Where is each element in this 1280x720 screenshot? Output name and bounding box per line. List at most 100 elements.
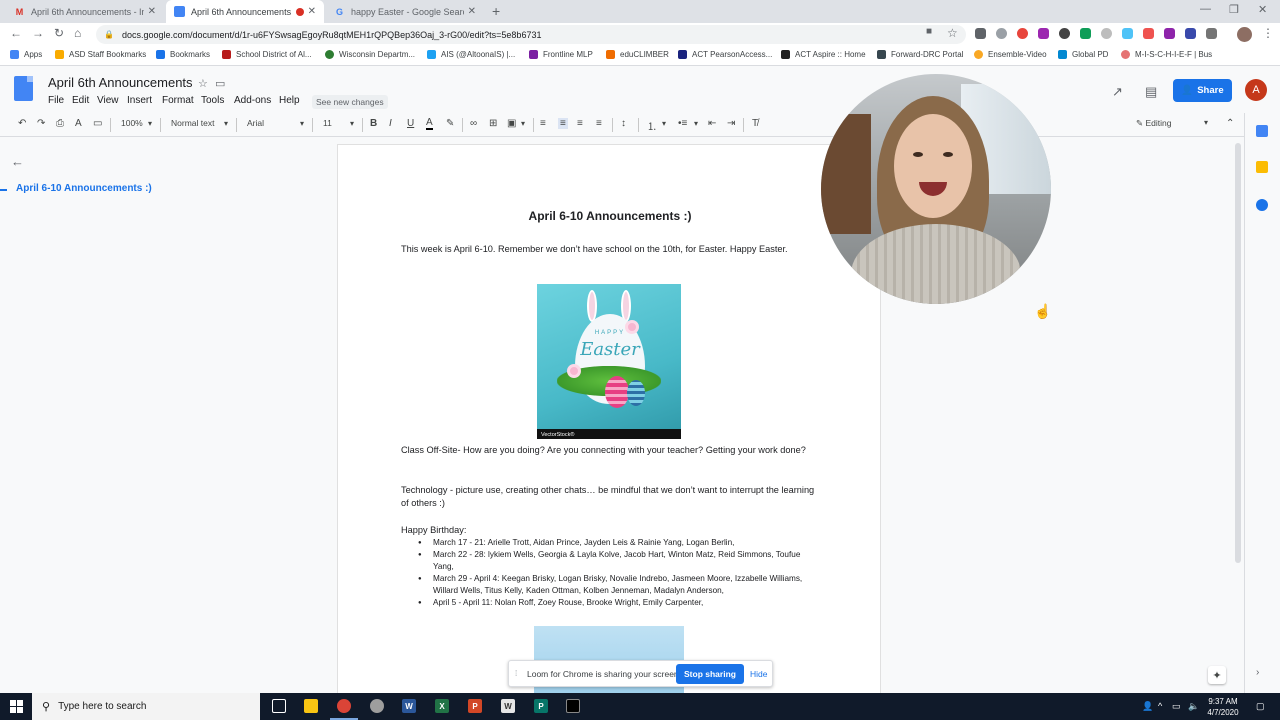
excel-icon[interactable]: X bbox=[435, 699, 449, 713]
extension-icon[interactable] bbox=[1164, 28, 1175, 39]
extension-icon[interactable] bbox=[1185, 28, 1196, 39]
powerpoint-icon[interactable]: P bbox=[468, 699, 482, 713]
webcam-bubble[interactable] bbox=[821, 74, 1051, 304]
home-icon[interactable]: ⌂ bbox=[74, 26, 81, 40]
menu-insert[interactable]: Insert bbox=[127, 95, 152, 106]
drag-handle-icon[interactable]: ⁞ bbox=[515, 669, 517, 678]
line-spacing-icon[interactable]: ↕ bbox=[621, 118, 626, 129]
bookmark-item[interactable]: Wisconsin Departm... bbox=[325, 50, 415, 59]
docs-logo-icon[interactable] bbox=[14, 76, 33, 101]
align-left-icon[interactable]: ≡ bbox=[540, 118, 546, 129]
share-button[interactable]: 👤 Share bbox=[1173, 79, 1232, 102]
terminal-icon[interactable] bbox=[566, 699, 580, 713]
volume-icon[interactable]: 🔈 bbox=[1188, 701, 1199, 712]
spellcheck-icon[interactable]: A bbox=[75, 118, 82, 129]
back-icon[interactable]: ← bbox=[10, 26, 22, 40]
bookmark-item[interactable]: Forward-DRC Portal bbox=[877, 50, 963, 59]
chrome-menu-icon[interactable]: ⋮ bbox=[1262, 26, 1274, 40]
link-icon[interactable]: ∞ bbox=[470, 118, 477, 129]
menu-format[interactable]: Format bbox=[162, 95, 194, 106]
increase-indent-icon[interactable]: ⇥ bbox=[727, 118, 735, 129]
comments-icon[interactable]: ▤ bbox=[1145, 84, 1157, 100]
decrease-indent-icon[interactable]: ⇤ bbox=[708, 118, 716, 129]
menu-edit[interactable]: Edit bbox=[72, 95, 89, 106]
editing-mode-select[interactable]: ✎ Editing bbox=[1136, 118, 1171, 129]
extension-icon[interactable] bbox=[1059, 28, 1070, 39]
tab-gmail[interactable]: M April 6th Announcements - Invit ✕ bbox=[6, 0, 164, 23]
windows-start-icon[interactable] bbox=[10, 700, 23, 713]
align-center-icon[interactable]: ≡ bbox=[558, 118, 568, 129]
show-hidden-icons[interactable]: ^ bbox=[1158, 701, 1162, 711]
extension-icon[interactable] bbox=[1122, 28, 1133, 39]
bookmark-item[interactable]: ASD Staff Bookmarks bbox=[55, 50, 146, 59]
happy-easter-image[interactable]: HAPPY Easter VectorStock® bbox=[537, 284, 681, 439]
insert-comment-icon[interactable]: ⊞ bbox=[489, 118, 497, 129]
menu-addons[interactable]: Add-ons bbox=[234, 95, 271, 106]
extension-icon[interactable] bbox=[1101, 28, 1112, 39]
paint-format-icon[interactable]: ▭ bbox=[93, 118, 102, 129]
numbered-list-icon[interactable]: ⒈ bbox=[647, 118, 657, 133]
collapse-menus-icon[interactable]: ⌃ bbox=[1226, 118, 1234, 129]
explore-icon[interactable]: ✦ bbox=[1208, 666, 1226, 684]
close-outline-icon[interactable]: ← bbox=[11, 154, 24, 169]
outline-heading-item[interactable]: April 6-10 Announcements :) bbox=[16, 183, 152, 194]
chrome-icon[interactable] bbox=[337, 699, 351, 713]
redo-icon[interactable]: ↷ bbox=[37, 118, 45, 129]
see-new-changes-link[interactable]: See new changes bbox=[312, 95, 388, 109]
restore-icon[interactable]: ❐ bbox=[1229, 3, 1239, 16]
bookmark-apps[interactable]: Apps bbox=[10, 50, 42, 59]
tasks-icon[interactable] bbox=[1256, 199, 1268, 211]
bookmark-star-icon[interactable]: ☆ bbox=[947, 26, 958, 40]
font-select[interactable]: Arial bbox=[247, 118, 264, 128]
new-tab-icon[interactable]: + bbox=[492, 3, 500, 19]
activity-trend-icon[interactable]: ↗ bbox=[1112, 84, 1123, 100]
address-bar[interactable]: 🔒 docs.google.com/document/d/1r-u6FYSwsa… bbox=[96, 25, 966, 44]
move-folder-icon[interactable]: ▭ bbox=[215, 77, 225, 90]
menu-help[interactable]: Help bbox=[279, 95, 300, 106]
hide-link[interactable]: Hide bbox=[750, 669, 767, 679]
document-page[interactable]: April 6-10 Announcements :) This week is… bbox=[337, 144, 881, 700]
underline-icon[interactable]: U bbox=[407, 118, 414, 129]
forward-icon[interactable]: → bbox=[32, 26, 44, 40]
close-window-icon[interactable]: ✕ bbox=[1258, 3, 1267, 16]
notifications-icon[interactable]: ▢ bbox=[1256, 701, 1265, 712]
align-right-icon[interactable]: ≡ bbox=[577, 118, 583, 129]
undo-icon[interactable]: ↶ bbox=[18, 118, 26, 129]
document-title[interactable]: April 6th Announcements bbox=[48, 75, 193, 90]
bookmark-item[interactable]: Ensemble-Video bbox=[974, 50, 1047, 59]
extension-icon[interactable] bbox=[1143, 28, 1154, 39]
keep-icon[interactable] bbox=[1256, 161, 1268, 173]
extension-icon[interactable] bbox=[996, 28, 1007, 39]
close-tab-icon[interactable]: ✕ bbox=[148, 6, 156, 17]
calendar-icon[interactable] bbox=[1256, 125, 1268, 137]
font-size-select[interactable]: 11 bbox=[323, 118, 332, 128]
extension-icon[interactable] bbox=[1038, 28, 1049, 39]
text-color-icon[interactable]: A bbox=[426, 118, 433, 130]
menu-file[interactable]: File bbox=[48, 95, 64, 106]
bookmark-item[interactable]: AIS (@AltoonaIS) |... bbox=[427, 50, 515, 59]
chevron-down-icon[interactable]: ▾ bbox=[1204, 118, 1208, 127]
taskbar-search[interactable]: ⚲ Type here to search bbox=[32, 693, 260, 720]
bookmark-item[interactable]: eduCLIMBER bbox=[606, 50, 669, 59]
paragraph-style-select[interactable]: Normal text bbox=[171, 118, 214, 128]
stop-sharing-button[interactable]: Stop sharing bbox=[676, 664, 744, 684]
menu-tools[interactable]: Tools bbox=[201, 95, 224, 106]
extension-icon[interactable] bbox=[975, 28, 986, 39]
star-icon[interactable]: ☆ bbox=[198, 77, 208, 90]
bookmark-item[interactable]: ACT Aspire :: Home bbox=[781, 50, 866, 59]
highlight-icon[interactable]: ✎ bbox=[446, 118, 454, 129]
word-icon[interactable]: W bbox=[402, 699, 416, 713]
bookmark-item[interactable]: Global PD bbox=[1058, 50, 1108, 59]
extension-icon[interactable] bbox=[1080, 28, 1091, 39]
file-explorer-icon[interactable] bbox=[304, 699, 318, 713]
insert-image-icon[interactable]: ▣ bbox=[507, 118, 516, 129]
clear-formatting-icon[interactable]: T̸ bbox=[752, 118, 758, 129]
network-icon[interactable]: ▭ bbox=[1172, 701, 1181, 712]
reload-icon[interactable]: ↻ bbox=[54, 26, 64, 40]
close-tab-icon[interactable]: ✕ bbox=[308, 6, 316, 17]
justify-icon[interactable]: ≡ bbox=[596, 118, 602, 129]
task-view-icon[interactable] bbox=[272, 699, 286, 713]
scroll-thumb[interactable] bbox=[1235, 143, 1241, 563]
system-clock[interactable]: 9:37 AM 4/7/2020 bbox=[1200, 696, 1246, 718]
zoom-select[interactable]: 100% bbox=[121, 118, 143, 128]
